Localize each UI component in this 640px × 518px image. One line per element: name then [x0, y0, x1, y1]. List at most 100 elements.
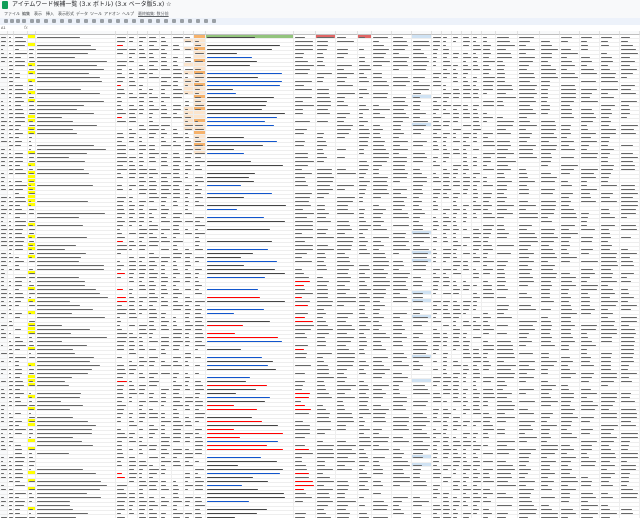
cell-text — [473, 57, 478, 58]
toolbar-button-icon[interactable] — [124, 19, 128, 23]
toolbar-button-icon[interactable] — [164, 19, 168, 23]
cell-text — [413, 145, 423, 146]
cell-text — [1, 189, 6, 190]
cell-text — [15, 169, 23, 170]
cell-text — [473, 181, 480, 182]
cell-text — [581, 73, 597, 74]
cell-text — [453, 185, 460, 186]
cell-text — [317, 93, 329, 94]
toolbar-button-icon[interactable] — [30, 19, 34, 23]
cell-text — [621, 205, 638, 206]
cell-text — [37, 57, 75, 58]
toolbar-button-icon[interactable] — [84, 19, 88, 23]
toolbar-button-icon[interactable] — [52, 19, 56, 23]
cell-text — [117, 73, 122, 74]
spreadsheet-grid[interactable] — [0, 31, 640, 518]
cell-text — [359, 217, 364, 218]
cell-text — [29, 133, 34, 134]
cell-text — [317, 205, 325, 206]
cell-text — [9, 157, 13, 158]
cell-text — [195, 69, 201, 70]
cell-text — [149, 153, 159, 154]
toolbar-button-icon[interactable] — [196, 19, 200, 23]
document-title[interactable]: アイテムワード候補一覧 (3.x ボトル) (3.x ベータ版5.x) ☆ — [12, 0, 172, 9]
cell-text — [581, 65, 587, 66]
cell-text — [173, 225, 179, 226]
cell-text — [9, 37, 11, 38]
cell-text — [207, 101, 267, 102]
menu-insert[interactable]: 挿入 — [46, 10, 54, 18]
menu-addons[interactable]: アドオン — [104, 10, 120, 18]
cell-text — [337, 85, 353, 86]
toolbar-button-icon[interactable] — [140, 19, 144, 23]
toolbar-button-icon[interactable] — [212, 19, 216, 23]
cell-text — [581, 57, 590, 58]
cell-text — [621, 189, 635, 190]
cell-text — [207, 209, 237, 210]
cell-text — [149, 113, 153, 114]
toolbar-button-icon[interactable] — [172, 19, 176, 23]
toolbar-button-icon[interactable] — [4, 19, 8, 23]
cell-text — [295, 173, 312, 174]
toolbar-button-icon[interactable] — [16, 19, 20, 23]
cell-text — [473, 117, 479, 118]
menu-help[interactable]: ヘルプ — [122, 10, 134, 18]
menu-view[interactable]: 表示 — [34, 10, 42, 18]
menu-edit[interactable]: 編集 — [22, 10, 30, 18]
cell-text — [561, 73, 575, 74]
toolbar-button-icon[interactable] — [22, 19, 26, 23]
cell-text — [473, 61, 477, 62]
cell-text — [473, 173, 480, 174]
cell-text — [393, 77, 408, 78]
toolbar-button-icon[interactable] — [188, 19, 192, 23]
cell-text — [317, 113, 330, 114]
cell-text — [483, 165, 487, 166]
cell-text — [581, 217, 588, 218]
toolbar-button-icon[interactable] — [180, 19, 184, 23]
toolbar-button-icon[interactable] — [68, 19, 72, 23]
cell-text — [161, 209, 169, 210]
toolbar-button-icon[interactable] — [148, 19, 152, 23]
cell-text — [359, 181, 370, 182]
cell-text — [443, 137, 447, 138]
menu-format[interactable]: 表示形式 — [58, 10, 74, 18]
toolbar-button-icon[interactable] — [44, 19, 48, 23]
cell-text — [37, 77, 100, 78]
toolbar-button-icon[interactable] — [60, 19, 64, 23]
cell-text — [393, 101, 405, 102]
cell-text — [453, 133, 456, 134]
toolbar-button-icon[interactable] — [10, 19, 14, 23]
menu-tools[interactable]: ツール — [90, 10, 102, 18]
cell-text — [373, 165, 382, 166]
cell-text — [161, 93, 165, 94]
cell-text — [541, 45, 552, 46]
cell-text — [207, 221, 285, 222]
cell-text — [519, 121, 530, 122]
toolbar-button-icon[interactable] — [36, 19, 40, 23]
toolbar-button-icon[interactable] — [108, 19, 112, 23]
menu-data[interactable]: データ — [76, 10, 88, 18]
cell-text — [473, 109, 477, 110]
cell-text — [161, 141, 166, 142]
toolbar-button-icon[interactable] — [116, 19, 120, 23]
cell-text — [185, 77, 188, 78]
toolbar-button-icon[interactable] — [204, 19, 208, 23]
toolbar-button-icon[interactable] — [76, 19, 80, 23]
cell-text — [561, 225, 575, 226]
cell-text — [9, 61, 12, 62]
toolbar-button-icon[interactable] — [156, 19, 160, 23]
cell-text — [621, 85, 635, 86]
last-edit-link[interactable]: 最終編集: 数分前 — [138, 10, 169, 18]
cell-text — [581, 197, 591, 198]
cell-text — [473, 89, 479, 90]
toolbar-button-icon[interactable] — [92, 19, 96, 23]
toolbar-button-icon[interactable] — [132, 19, 136, 23]
menu-file[interactable]: ファイル — [4, 10, 20, 18]
sheets-app-icon[interactable] — [2, 1, 8, 9]
toolbar-button-icon[interactable] — [100, 19, 104, 23]
cell-text — [161, 61, 167, 62]
cell-text — [29, 173, 34, 174]
cell-text — [29, 113, 35, 114]
cell-text — [497, 53, 511, 54]
cell-text — [337, 113, 350, 114]
